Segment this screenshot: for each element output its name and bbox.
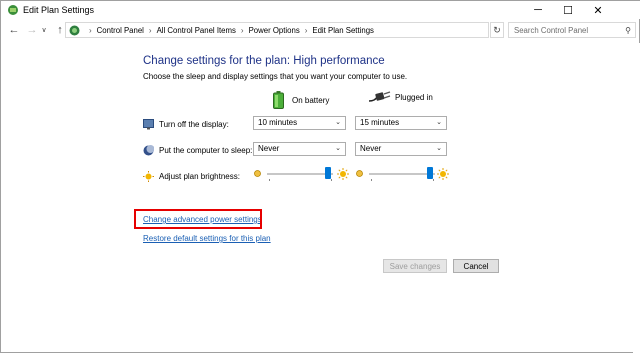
forward-button[interactable]: → — [25, 22, 39, 38]
sleep-plugged-select[interactable]: Never ⌄ — [355, 142, 447, 156]
setting-row-sleep: Put the computer to sleep: — [143, 142, 252, 158]
refresh-button[interactable]: ↻ — [490, 22, 504, 38]
bright-sun-icon — [337, 168, 349, 180]
close-icon: ✕ — [593, 4, 603, 17]
main-content: Change settings for the plan: High perfo… — [1, 43, 640, 353]
breadcrumb-separator: › — [148, 26, 152, 35]
title-bar: Edit Plan Settings ─ ☐ ✕ — [1, 1, 640, 19]
breadcrumb-separator: › — [89, 26, 92, 35]
column-header-plugged-in: Plugged in — [369, 91, 433, 103]
breadcrumb-item-all-items[interactable]: All Control Panel Items — [157, 26, 236, 35]
setting-row-display: Turn off the display: — [143, 116, 229, 132]
slider-track — [369, 173, 435, 175]
moon-icon — [143, 144, 154, 155]
close-button[interactable]: ✕ — [583, 1, 613, 19]
power-plug-icon — [369, 91, 391, 102]
window-title: Edit Plan Settings — [23, 5, 95, 15]
chevron-down-icon: ⌄ — [335, 119, 341, 126]
back-arrow-icon: ← — [8, 24, 20, 36]
breadcrumb-item-power-options[interactable]: Power Options — [249, 26, 300, 35]
slider-tick — [371, 179, 372, 181]
bright-sun-icon — [437, 168, 449, 180]
up-arrow-icon: ↑ — [57, 24, 63, 36]
slider-thumb[interactable] — [325, 167, 332, 179]
column-header-on-battery: On battery — [273, 91, 329, 109]
setting-label-display: Turn off the display: — [159, 119, 229, 129]
select-value: 10 minutes — [258, 118, 298, 127]
brightness-plugged-slider[interactable] — [355, 167, 450, 181]
edit-plan-settings-window: Edit Plan Settings ─ ☐ ✕ ← → ∨ ↑ › Contr… — [0, 0, 640, 353]
page-title: Change settings for the plan: High perfo… — [143, 55, 385, 67]
breadcrumb-item-control-panel[interactable]: Control Panel — [97, 26, 144, 35]
chevron-down-icon: ⌄ — [335, 145, 341, 152]
breadcrumb-item-edit-plan-settings[interactable]: Edit Plan Settings — [312, 26, 374, 35]
display-off-plugged-select[interactable]: 15 minutes ⌄ — [355, 116, 447, 130]
breadcrumb-separator: › — [304, 26, 308, 35]
control-panel-icon — [69, 25, 80, 36]
sleep-battery-select[interactable]: Never ⌄ — [253, 142, 346, 156]
slider-track — [267, 173, 333, 175]
save-changes-button[interactable]: Save changes — [383, 259, 447, 273]
forward-arrow-icon: → — [26, 24, 38, 36]
page-subtitle: Choose the sleep and display settings th… — [143, 72, 408, 81]
display-off-battery-select[interactable]: 10 minutes ⌄ — [253, 116, 346, 130]
chevron-down-icon: ⌄ — [436, 119, 442, 126]
cancel-button[interactable]: Cancel — [453, 259, 499, 273]
address-bar[interactable]: › Control Panel › All Control Panel Item… — [65, 22, 541, 38]
minimize-button[interactable]: ─ — [523, 1, 553, 19]
breadcrumb-separator: › — [240, 26, 244, 35]
breadcrumb: › Control Panel › All Control Panel Item… — [84, 26, 374, 35]
search-input[interactable]: Search Control Panel ⚲ — [508, 22, 636, 38]
on-battery-label: On battery — [292, 95, 330, 105]
monitor-icon — [143, 118, 154, 129]
sun-icon — [143, 170, 154, 182]
battery-icon — [273, 91, 284, 109]
dim-sun-icon — [356, 170, 363, 177]
slider-tick — [331, 179, 332, 181]
dim-sun-icon — [254, 170, 261, 177]
select-value: Never — [258, 144, 280, 153]
setting-row-brightness: Adjust plan brightness: — [143, 168, 240, 184]
maximize-icon: ☐ — [563, 4, 573, 17]
select-value: Never — [360, 144, 382, 153]
chevron-down-icon: ⌄ — [436, 145, 442, 152]
navigation-bar: ← → ∨ ↑ › Control Panel › All Control Pa… — [1, 21, 640, 39]
plugged-in-label: Plugged in — [395, 92, 433, 102]
back-button[interactable]: ← — [7, 22, 21, 38]
search-icon: ⚲ — [625, 26, 631, 35]
highlight-annotation-box — [134, 209, 262, 229]
minimize-icon: ─ — [534, 4, 542, 16]
slider-tick — [269, 179, 270, 181]
search-placeholder: Search Control Panel — [514, 26, 589, 35]
select-value: 15 minutes — [360, 118, 400, 127]
slider-tick — [433, 179, 434, 181]
setting-label-sleep: Put the computer to sleep: — [159, 145, 253, 155]
recent-locations-button[interactable]: ∨ — [39, 22, 49, 38]
setting-label-brightness: Adjust plan brightness: — [159, 171, 240, 181]
maximize-button[interactable]: ☐ — [553, 1, 583, 19]
chevron-down-icon: ∨ — [41, 27, 47, 34]
restore-default-settings-link[interactable]: Restore default settings for this plan — [143, 234, 271, 243]
refresh-icon: ↻ — [493, 24, 501, 35]
slider-thumb[interactable] — [427, 167, 434, 179]
power-options-icon — [8, 5, 18, 15]
window-edge — [633, 43, 640, 353]
brightness-battery-slider[interactable] — [253, 167, 349, 181]
